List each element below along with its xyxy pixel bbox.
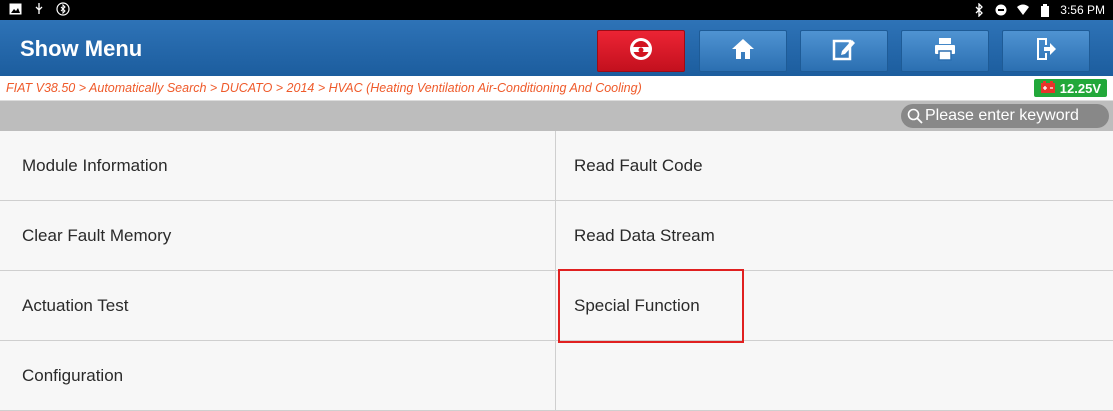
steering-wheel-icon [628, 36, 654, 67]
search-input[interactable]: Please enter keyword [901, 104, 1109, 128]
printer-icon [934, 37, 956, 66]
special-function-item[interactable]: Special Function [556, 271, 1113, 341]
print-button[interactable] [901, 30, 989, 72]
do-not-disturb-icon [994, 3, 1008, 17]
status-bar: 3:56 PM [0, 0, 1113, 20]
app-header: Show Menu [0, 20, 1113, 76]
read-data-stream-item[interactable]: Read Data Stream [556, 201, 1113, 271]
clear-fault-memory-item[interactable]: Clear Fault Memory [0, 201, 556, 271]
search-placeholder: Please enter keyword [925, 107, 1079, 124]
page-title: Show Menu [20, 36, 143, 61]
battery-icon [1038, 3, 1052, 17]
breadcrumb: FIAT V38.50 > Automatically Search > DUC… [6, 81, 642, 95]
bluetooth-icon [972, 3, 986, 17]
exit-icon [1035, 37, 1057, 66]
configuration-item[interactable]: Configuration [0, 341, 556, 411]
status-time: 3:56 PM [1060, 3, 1105, 17]
home-button[interactable] [699, 30, 787, 72]
function-menu: Module Information Read Fault Code Clear… [0, 131, 1113, 411]
search-icon [907, 108, 923, 124]
gallery-icon [8, 2, 22, 16]
battery-voltage-badge: 12.25V [1033, 79, 1107, 97]
edit-report-icon [832, 37, 856, 66]
car-battery-icon [1040, 80, 1056, 96]
module-information-item[interactable]: Module Information [0, 131, 556, 201]
empty-cell [556, 341, 1113, 411]
usb-icon [32, 2, 46, 16]
bluetooth-circle-icon [56, 2, 70, 16]
actuation-test-item[interactable]: Actuation Test [0, 271, 556, 341]
voltage-value: 12.25V [1059, 80, 1101, 96]
wifi-icon [1016, 3, 1030, 17]
search-bar: Please enter keyword [0, 101, 1113, 131]
report-button[interactable] [800, 30, 888, 72]
home-icon [731, 38, 755, 65]
exit-button[interactable] [1002, 30, 1090, 72]
vehicle-diagnosis-button[interactable] [597, 30, 685, 72]
read-fault-code-item[interactable]: Read Fault Code [556, 131, 1113, 201]
breadcrumb-bar: FIAT V38.50 > Automatically Search > DUC… [0, 76, 1113, 101]
